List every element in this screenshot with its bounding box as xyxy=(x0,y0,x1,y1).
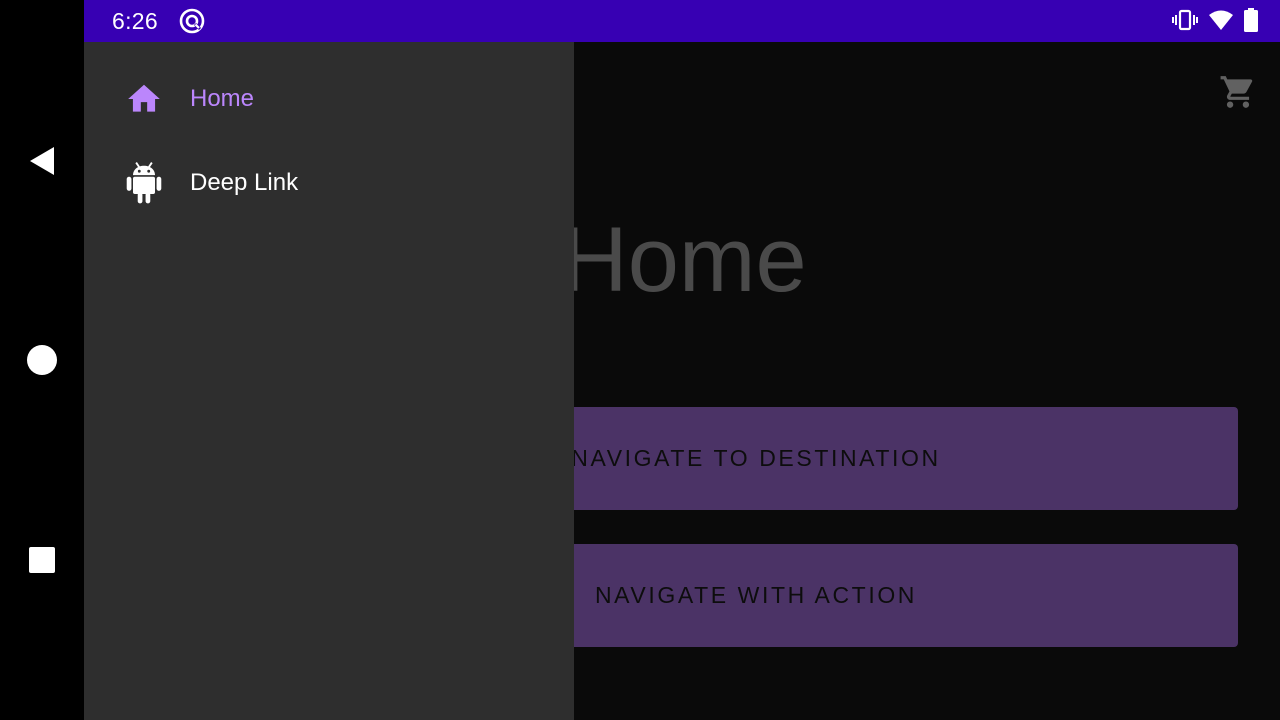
drawer-item-home[interactable]: Home xyxy=(84,63,574,135)
drawer-item-label: Deep Link xyxy=(190,169,299,196)
cart-icon xyxy=(1220,76,1253,108)
vibrate-icon xyxy=(1172,9,1198,31)
nav-recents-button[interactable] xyxy=(18,536,66,584)
status-bar: 6:26 xyxy=(84,0,1280,42)
recents-square-icon xyxy=(29,547,55,573)
back-icon xyxy=(30,147,54,175)
nav-home-button[interactable] xyxy=(18,336,66,384)
status-icons xyxy=(1172,8,1258,32)
at-sign-icon xyxy=(179,8,205,34)
home-circle-icon xyxy=(27,345,57,375)
nav-back-button[interactable] xyxy=(18,137,66,185)
battery-icon xyxy=(1244,8,1258,32)
device-screen: 6:26 Home NAVIGATE TO DESTINATION NAVIGA… xyxy=(0,0,1280,720)
wifi-icon xyxy=(1209,10,1233,30)
status-time: 6:26 xyxy=(112,8,158,34)
cart-button[interactable] xyxy=(1216,70,1260,114)
system-nav-bar xyxy=(0,0,84,720)
android-icon xyxy=(124,162,164,204)
home-icon xyxy=(124,79,164,119)
navigation-drawer: Home Deep Link xyxy=(84,42,574,720)
drawer-item-deep-link[interactable]: Deep Link xyxy=(84,147,574,219)
drawer-item-label: Home xyxy=(190,85,255,112)
